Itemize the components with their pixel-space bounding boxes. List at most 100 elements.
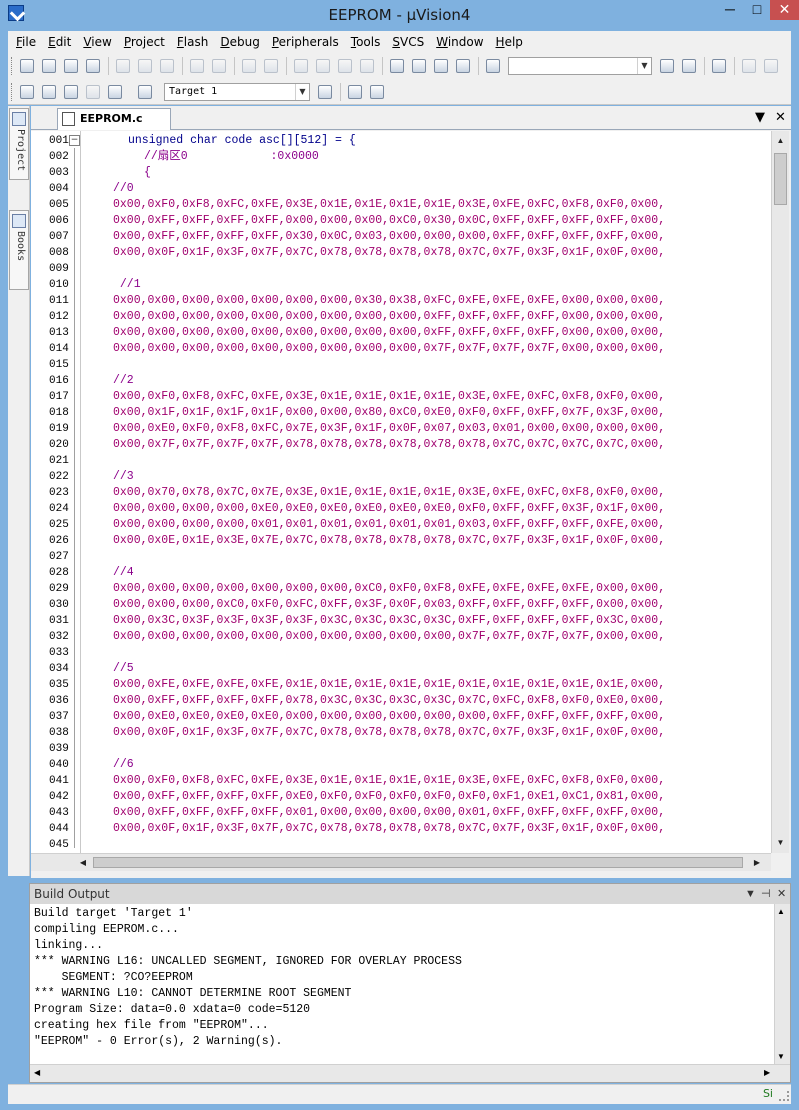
code-line[interactable]: 036 0x00,0xFF,0xFF,0xFF,0xFF,0x78,0x3C,0x… [31,693,771,709]
code-line[interactable]: 002 //扇区0 :0x0000 [31,149,771,165]
unindent-icon[interactable] [410,57,428,75]
stop-build-icon[interactable] [106,83,124,101]
code-line[interactable]: 014 0x00,0x00,0x00,0x00,0x00,0x00,0x00,0x… [31,341,771,357]
build-vertical-scrollbar[interactable]: ▲ ▼ [774,904,790,1064]
code-line[interactable]: 020 0x00,0x7F,0x7F,0x7F,0x7F,0x78,0x78,0x… [31,437,771,453]
editor-vertical-scrollbar[interactable]: ▲ ▼ [771,131,789,853]
code-line[interactable]: 029 0x00,0x00,0x00,0x00,0x00,0x00,0x00,0x… [31,581,771,597]
code-line[interactable]: 012 0x00,0x00,0x00,0x00,0x00,0x00,0x00,0x… [31,309,771,325]
panel-pin-icon[interactable]: ⊣ [761,884,771,904]
scroll-thumb[interactable] [774,153,787,205]
code-line[interactable]: 009 [31,261,771,277]
code-line[interactable]: 037 0x00,0xE0,0xE0,0xE0,0xE0,0x00,0x00,0x… [31,709,771,725]
code-line[interactable]: 043 0x00,0xFF,0xFF,0xFF,0xFF,0x01,0x00,0x… [31,805,771,821]
code-line[interactable]: 030 0x00,0x00,0x00,0xC0,0xF0,0xFC,0xFF,0x… [31,597,771,613]
code-line[interactable]: 019 0x00,0xE0,0xF0,0xF8,0xFC,0x7E,0x3F,0x… [31,421,771,437]
code-line[interactable]: 004 //0 [31,181,771,197]
code-line[interactable]: 044 0x00,0x0F,0x1F,0x3F,0x7F,0x7C,0x78,0x… [31,821,771,837]
code-line[interactable]: 022 //3 [31,469,771,485]
bookmark-next-icon[interactable] [336,57,354,75]
code-line[interactable]: 045 [31,837,771,853]
find-icon[interactable] [658,57,676,75]
download-load-icon[interactable] [136,83,154,101]
panel-close-icon[interactable]: ✕ [777,884,786,904]
code-line[interactable]: 016 //2 [31,373,771,389]
code-line[interactable]: 026 0x00,0x0E,0x1E,0x3E,0x7E,0x7C,0x78,0x… [31,533,771,549]
code-line[interactable]: 006 0x00,0xFF,0xFF,0xFF,0xFF,0x00,0x00,0x… [31,213,771,229]
toolbar-grip[interactable] [11,57,14,75]
scroll-up-icon[interactable]: ▲ [773,133,788,149]
new-file-icon[interactable] [18,57,36,75]
code-line[interactable]: 008 0x00,0x0F,0x1F,0x3F,0x7F,0x7C,0x78,0x… [31,245,771,261]
code-line[interactable]: 040 //6 [31,757,771,773]
build-output-text[interactable]: Build target 'Target 1' compiling EEPROM.… [30,904,774,1064]
save-all-icon[interactable] [84,57,102,75]
menu-project[interactable]: Project [118,32,171,52]
code-line[interactable]: 038 0x00,0x0F,0x1F,0x3F,0x7F,0x7C,0x78,0x… [31,725,771,741]
code-line[interactable]: 027 [31,549,771,565]
code-line[interactable]: 039 [31,741,771,757]
batch-build-icon[interactable] [84,83,102,101]
breakpoint-insert-icon[interactable] [740,57,758,75]
scroll-right-icon[interactable]: ▶ [764,1068,770,1077]
code-line[interactable]: 033 [31,645,771,661]
menu-window[interactable]: Window [430,32,489,52]
code-line[interactable]: 042 0x00,0xFF,0xFF,0xFF,0xFF,0xE0,0xF0,0x… [31,789,771,805]
scroll-up-icon[interactable]: ▲ [777,907,785,916]
menu-flash[interactable]: Flash [171,32,214,52]
scroll-right-icon[interactable]: ▶ [749,855,765,870]
tab-eeprom-c[interactable]: EEPROM.c [57,108,171,130]
code-line[interactable]: 013 0x00,0x00,0x00,0x00,0x00,0x00,0x00,0x… [31,325,771,341]
sidebar-tab-books[interactable]: Books [9,210,29,290]
bookmark-clear-icon[interactable] [358,57,376,75]
code-line[interactable]: 010 //1 [31,277,771,293]
code-line[interactable]: 035 0x00,0xFE,0xFE,0xFE,0xFE,0x1E,0x1E,0x… [31,677,771,693]
menu-debug[interactable]: Debug [214,32,265,52]
bookmark-toggle-icon[interactable] [292,57,310,75]
panel-menu-icon[interactable]: ▼ [745,884,756,904]
nav-back-icon[interactable] [240,57,258,75]
copy-icon[interactable] [136,57,154,75]
code-line[interactable]: 011 0x00,0x00,0x00,0x00,0x00,0x00,0x00,0x… [31,293,771,309]
uncomment-icon[interactable] [454,57,472,75]
translate-icon[interactable] [18,83,36,101]
code-line[interactable]: 015 [31,357,771,373]
code-line[interactable]: 034 //5 [31,661,771,677]
nav-forward-icon[interactable] [262,57,280,75]
resize-grip[interactable] [779,1091,789,1101]
fold-toggle-icon[interactable]: − [69,135,80,146]
scroll-down-icon[interactable]: ▼ [777,1052,785,1061]
close-tab-icon[interactable]: ✕ [775,108,786,128]
save-icon[interactable] [62,57,80,75]
maximize-button[interactable]: □ [743,0,771,20]
chevron-down-icon[interactable]: ▼ [637,58,651,74]
scroll-thumb[interactable] [93,857,743,868]
sidebar-tab-project[interactable]: Project [9,108,29,180]
minimize-button[interactable]: ─ [716,0,744,20]
code-line[interactable]: 023 0x00,0x70,0x78,0x7C,0x7E,0x3E,0x1E,0x… [31,485,771,501]
code-line[interactable]: 025 0x00,0x00,0x00,0x00,0x01,0x01,0x01,0x… [31,517,771,533]
toolbar-grip[interactable] [11,83,14,101]
code-line[interactable]: 001− unsigned char code asc[][512] = { [31,133,771,149]
code-line[interactable]: 018 0x00,0x1F,0x1F,0x1F,0x1F,0x00,0x00,0x… [31,405,771,421]
tab-list-dropdown-icon[interactable]: ▼ [755,108,765,128]
manage-components-icon[interactable] [346,83,364,101]
select-packs-icon[interactable] [368,83,386,101]
rebuild-icon[interactable] [62,83,80,101]
code-editor[interactable]: 001− unsigned char code asc[][512] = {002… [31,131,771,853]
code-line[interactable]: 021 [31,453,771,469]
comment-icon[interactable] [432,57,450,75]
indent-icon[interactable] [388,57,406,75]
redo-icon[interactable] [210,57,228,75]
code-line[interactable]: 005 0x00,0xF0,0xF8,0xFC,0xFE,0x3E,0x1E,0x… [31,197,771,213]
menu-tools[interactable]: Tools [345,32,387,52]
target-select[interactable]: Target 1 ▼ [164,83,310,101]
undo-icon[interactable] [188,57,206,75]
find-in-files-icon[interactable] [484,57,502,75]
scroll-left-icon[interactable]: ◀ [75,855,91,870]
open-folder-icon[interactable] [40,57,58,75]
find-combo[interactable]: ▼ [508,57,652,75]
breakpoint-disable-icon[interactable] [762,57,780,75]
menu-file[interactable]: File [10,32,42,52]
editor-horizontal-scrollbar[interactable]: ◀ ▶ [31,853,771,871]
